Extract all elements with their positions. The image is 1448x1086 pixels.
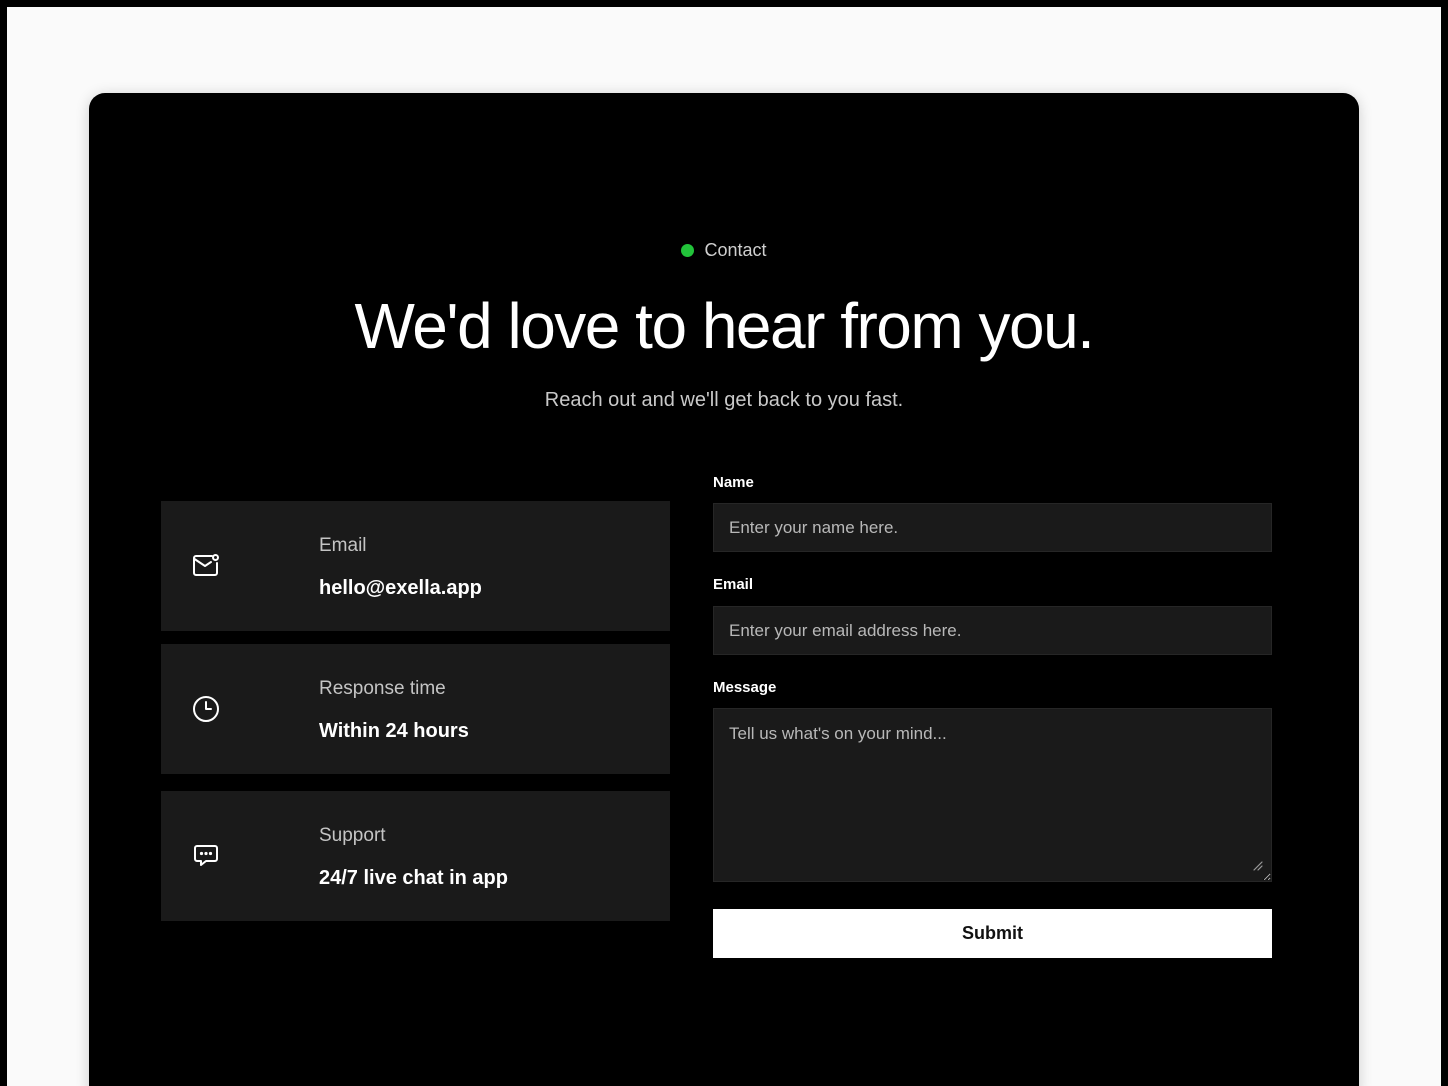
page-title: We'd love to hear from you.: [354, 290, 1095, 362]
resize-grip-icon[interactable]: [1251, 858, 1263, 871]
info-card-value: 24/7 live chat in app: [319, 867, 508, 889]
info-card-value: Within 24 hours: [319, 720, 469, 742]
message-textarea[interactable]: [713, 708, 1272, 882]
email-input[interactable]: [713, 606, 1272, 655]
contact-section: Contact We'd love to hear from you. Reac…: [89, 93, 1359, 1086]
page-background: Contact We'd love to hear from you. Reac…: [7, 7, 1441, 1086]
name-field-label: Name: [713, 474, 754, 491]
info-card-label: Email: [319, 535, 367, 556]
eyebrow-label: Contact: [704, 240, 767, 260]
status-dot: [681, 244, 695, 257]
message-field-label: Message: [713, 679, 777, 696]
info-card-label: Support: [319, 825, 386, 846]
info-card-support: Support 24/7 live chat in app: [161, 791, 670, 921]
email-field-label: Email: [713, 576, 754, 593]
info-card-label: Response time: [319, 678, 446, 699]
chat-bubble-icon: [191, 841, 221, 871]
info-card-response-time: Response time Within 24 hours: [161, 644, 670, 774]
submit-button[interactable]: Submit: [713, 909, 1272, 958]
section-eyebrow: Contact: [89, 240, 1359, 261]
info-card-email: Email hello@exella.app: [161, 501, 670, 631]
info-card-value: hello@exella.app: [319, 577, 482, 599]
clock-icon: [191, 694, 221, 724]
page-subtitle: Reach out and we'll get back to you fast…: [544, 389, 904, 411]
name-input[interactable]: [713, 503, 1272, 552]
mail-icon: [191, 551, 221, 581]
